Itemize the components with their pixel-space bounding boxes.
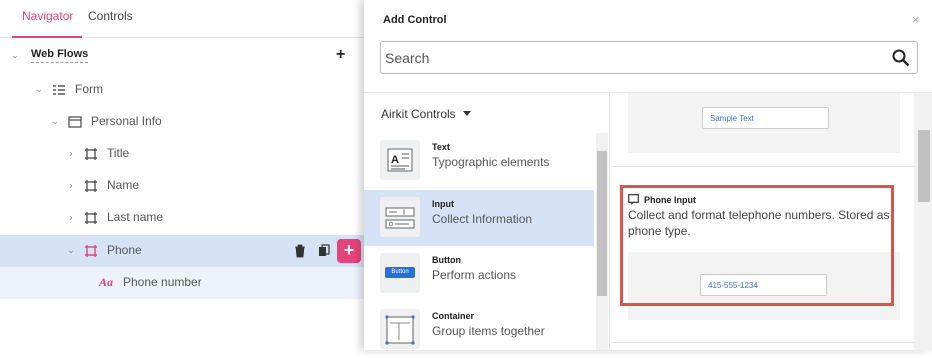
- active-tab-indicator: [12, 36, 82, 38]
- form-icon: [53, 85, 65, 95]
- tree-item-web-flows[interactable]: ⌄ Web Flows: [0, 40, 364, 72]
- search-input[interactable]: [385, 43, 885, 72]
- tree-item-label: Title: [107, 146, 130, 160]
- add-icon[interactable]: +: [336, 46, 345, 64]
- frame-icon: [85, 245, 97, 257]
- divider: [611, 166, 914, 167]
- caret-down-icon[interactable]: [463, 111, 471, 116]
- tree-item-phone-number[interactable]: Aa Phone number: [0, 267, 364, 299]
- frame-icon: [85, 148, 97, 160]
- trash-icon[interactable]: [294, 244, 306, 258]
- control-description: Typographic elements: [432, 155, 550, 169]
- search-icon[interactable]: [892, 49, 910, 67]
- svg-text:A: A: [391, 154, 399, 166]
- divider: [611, 342, 914, 343]
- tree-item-form[interactable]: ⌄ Form: [0, 74, 364, 106]
- tree-item-name[interactable]: › Name: [0, 170, 364, 202]
- copy-icon[interactable]: [318, 244, 330, 258]
- control-name: Button: [432, 255, 461, 265]
- control-item-input[interactable]: Input Collect Information: [364, 190, 594, 246]
- navigator-panel: Navigator Controls ⌄ Web Flows + ⌄ Form …: [0, 0, 364, 350]
- tree-item-label: Web Flows: [31, 48, 89, 63]
- phone-input-highlight[interactable]: [620, 185, 894, 306]
- tree-item-personal-info[interactable]: ⌄ Personal Info: [0, 106, 364, 138]
- add-child-button[interactable]: +: [337, 239, 361, 263]
- frame-icon: [85, 212, 97, 224]
- tree-item-label: Phone: [107, 243, 142, 257]
- chevron-right-icon[interactable]: ›: [66, 180, 76, 190]
- text-control-icon: A: [380, 140, 420, 180]
- control-description: Group items together: [432, 324, 545, 338]
- frame-icon: [85, 180, 97, 192]
- control-name: Container: [432, 311, 475, 321]
- control-description: Collect Information: [432, 212, 533, 226]
- input-control-icon: [380, 197, 420, 237]
- chevron-down-icon[interactable]: ⌄: [10, 50, 20, 60]
- search-box: [380, 41, 918, 74]
- chevron-down-icon[interactable]: ⌄: [50, 116, 60, 126]
- text-icon: Aa: [99, 275, 114, 289]
- control-description: Perform actions: [432, 268, 517, 282]
- sample-text-field: Sample Text: [702, 107, 829, 129]
- tree-item-title[interactable]: › Title: [0, 138, 364, 170]
- button-thumb-label: Button: [385, 267, 415, 278]
- close-icon[interactable]: ×: [912, 12, 920, 27]
- add-control-dialog: Add Control × Airkit Controls A Text Typ…: [364, 0, 932, 350]
- container-control-icon: [380, 309, 420, 349]
- button-control-icon: Button: [380, 253, 420, 293]
- chevron-down-icon[interactable]: ⌄: [34, 84, 44, 94]
- list-scrollbar-thumb[interactable]: [597, 151, 607, 296]
- navigator-tabs: Navigator Controls: [0, 0, 364, 38]
- tab-controls[interactable]: Controls: [88, 9, 133, 23]
- tree-item-label: Name: [107, 178, 140, 192]
- tree-item-last-name[interactable]: › Last name: [0, 202, 364, 234]
- text-input-preview[interactable]: Sample Text: [628, 93, 900, 153]
- control-name: Text: [432, 142, 450, 152]
- control-list: Airkit Controls A Text Typographic eleme…: [364, 93, 610, 350]
- library-dropdown[interactable]: Airkit Controls: [381, 107, 456, 121]
- preview-scrollbar-thumb[interactable]: [918, 130, 930, 202]
- container-icon: [68, 116, 82, 128]
- tree-item-label: Form: [75, 82, 103, 96]
- tree-item-label: Phone number: [123, 275, 202, 289]
- control-item-button[interactable]: Button Button Perform actions: [364, 246, 594, 302]
- tree-item-label: Last name: [107, 210, 164, 224]
- control-item-text[interactable]: A Text Typographic elements: [364, 133, 594, 189]
- chevron-down-icon[interactable]: ⌄: [66, 245, 76, 255]
- dialog-title: Add Control: [383, 14, 447, 26]
- tab-navigator[interactable]: Navigator: [22, 9, 73, 23]
- control-name: Input: [432, 199, 454, 209]
- tree-item-phone[interactable]: ⌄ Phone: [0, 235, 364, 267]
- tree-item-label: Personal Info: [91, 114, 162, 128]
- chevron-right-icon[interactable]: ›: [66, 212, 76, 222]
- chevron-right-icon[interactable]: ›: [66, 148, 76, 158]
